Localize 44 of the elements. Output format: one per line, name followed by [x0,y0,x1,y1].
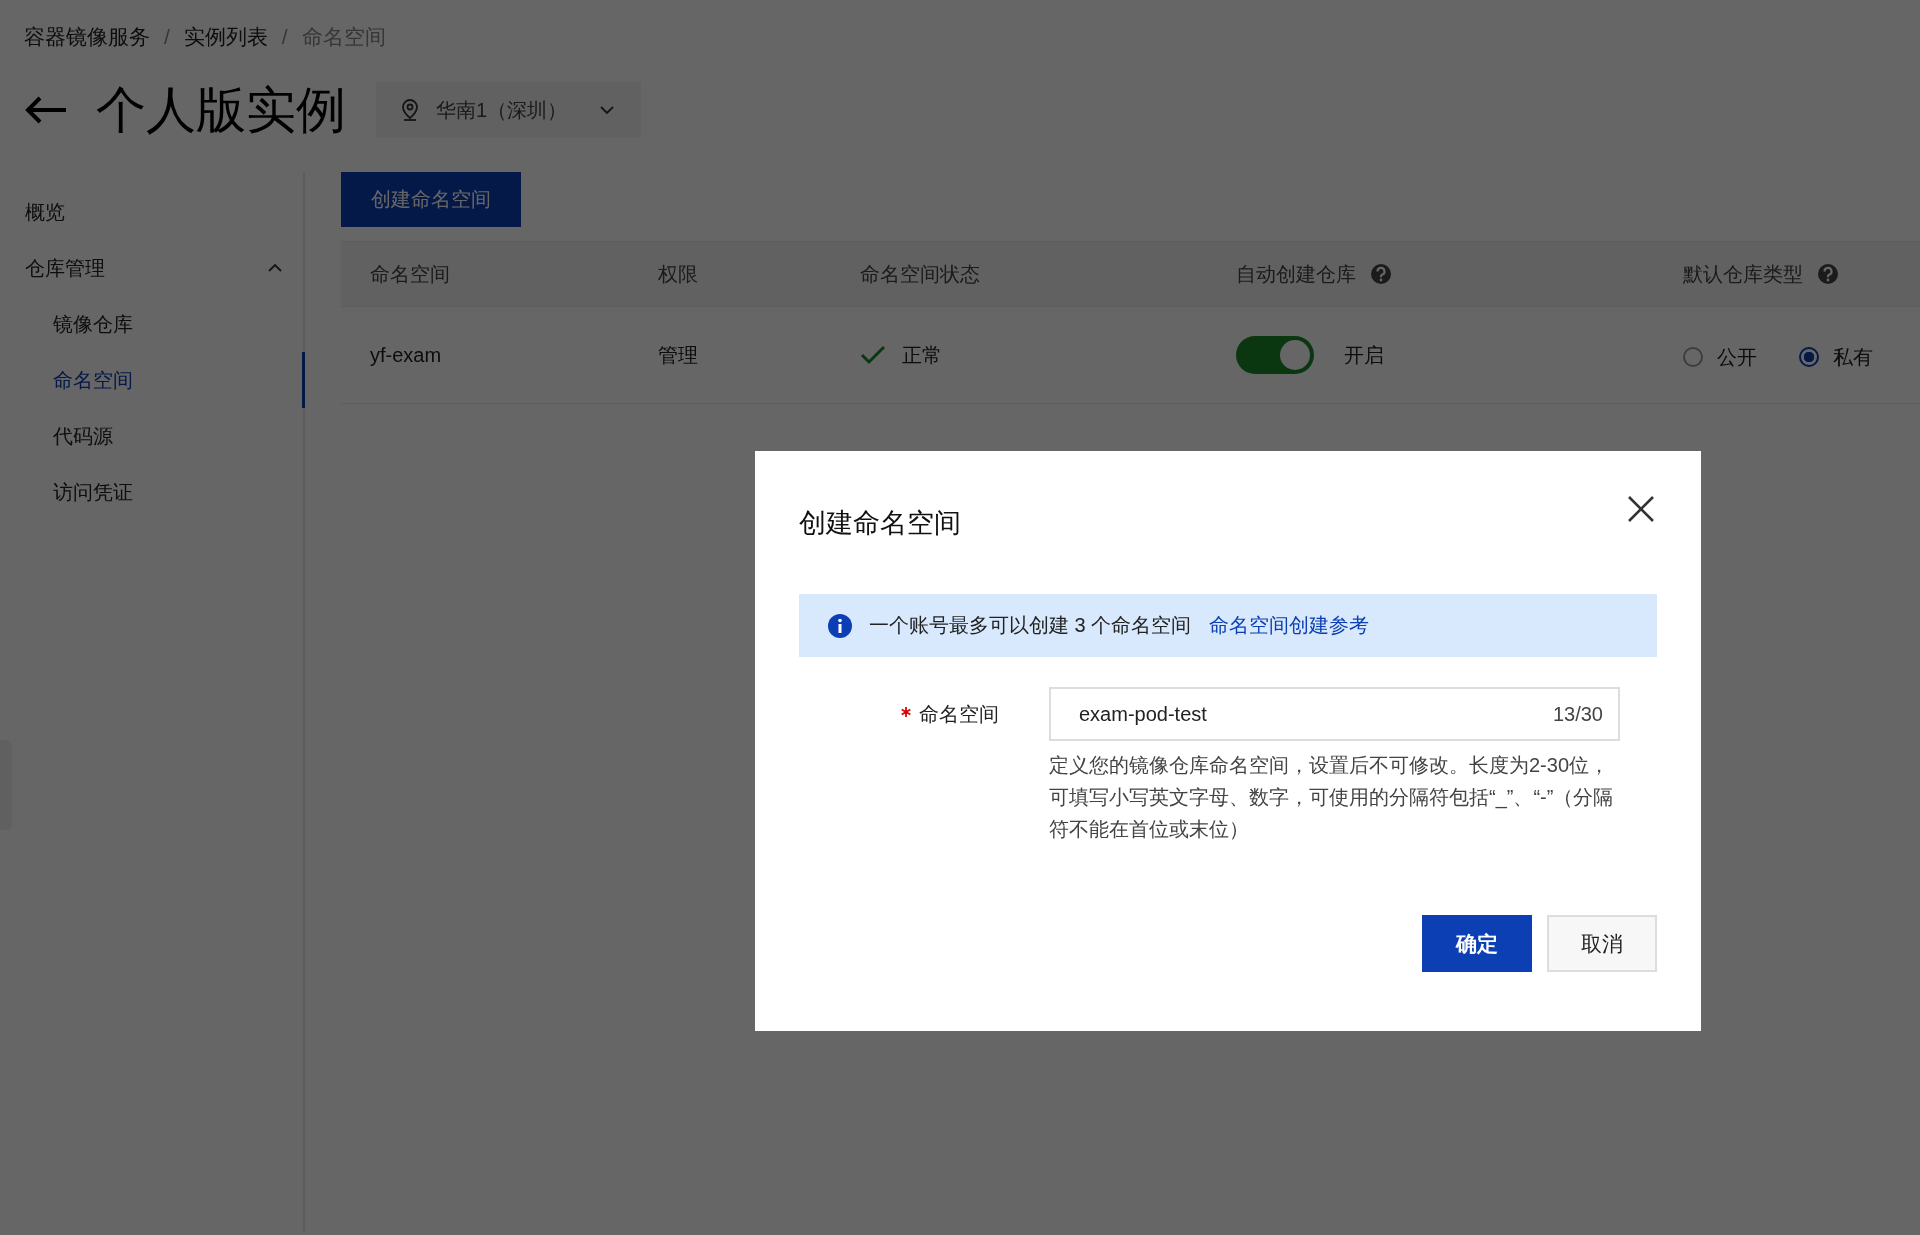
region-dropdown[interactable]: 华南1（深圳） [376,82,642,138]
toggle-switch[interactable] [1236,336,1314,374]
help-icon[interactable] [1370,263,1392,285]
location-pin-icon [400,98,420,122]
breadcrumb-link[interactable]: 容器镜像服务 [24,23,150,51]
chevron-up-icon [267,263,283,273]
character-counter: 13/30 [1552,702,1603,726]
info-text: 一个账号最多可以创建 3 个命名空间 [869,613,1192,638]
help-text: 定义您的镜像仓库命名空间，设置后不可修改。长度为2-30位，可填写小写英文字母、数字，可使用的分隔符包括“_”、“-”（分隔符不能在首位或末位） [1049,753,1615,842]
sidebar-item[interactable]: 概览 [0,184,303,240]
breadcrumb-separator: / [164,25,170,49]
table-cell-text: 管理 [658,342,698,368]
info-icon [827,612,853,639]
radio-label: 私有 [1833,344,1873,370]
namespace-input[interactable]: exam-pod-test 13/30 [1049,687,1620,741]
field-label: 命名空间 [919,702,999,727]
column-header: 自动创建仓库 [1236,261,1356,287]
sidebar-item[interactable]: 访问凭证 [0,464,303,520]
cancel-button[interactable]: 取消 [1547,915,1657,972]
column-header: 命名空间状态 [860,261,980,287]
sidebar-item[interactable]: 代码源 [0,408,303,464]
radio-button[interactable] [1799,347,1819,367]
status-text: 正常 [902,342,942,368]
sidebar-item[interactable]: 镜像仓库 [0,296,303,352]
chevron-down-icon [599,105,616,115]
reference-link[interactable]: 命名空间创建参考 [1209,612,1370,639]
close-icon[interactable] [1627,494,1655,523]
page-title: 个人版实例 [96,80,346,140]
radio-label: 公开 [1717,344,1757,370]
create-namespace-button[interactable]: 创建命名空间 [341,172,521,227]
confirm-button[interactable]: 确定 [1422,915,1532,972]
radio-button[interactable] [1683,347,1703,367]
sidebar-item[interactable]: 仓库管理 [0,240,303,296]
help-icon[interactable] [1817,263,1839,285]
column-header: 默认仓库类型 [1683,261,1803,287]
table-cell: yf-exam [370,343,442,367]
breadcrumb-link[interactable]: 实例列表 [183,23,268,51]
dialog-title: 创建命名空间 [799,506,961,540]
breadcrumb-separator: / [281,25,288,49]
column-header: 权限 [658,261,698,287]
back-arrow-icon[interactable] [24,95,68,125]
column-header: 命名空间 [370,261,450,287]
sidebar-item[interactable]: 命名空间 [0,352,305,408]
toggle-label: 开启 [1344,342,1384,368]
